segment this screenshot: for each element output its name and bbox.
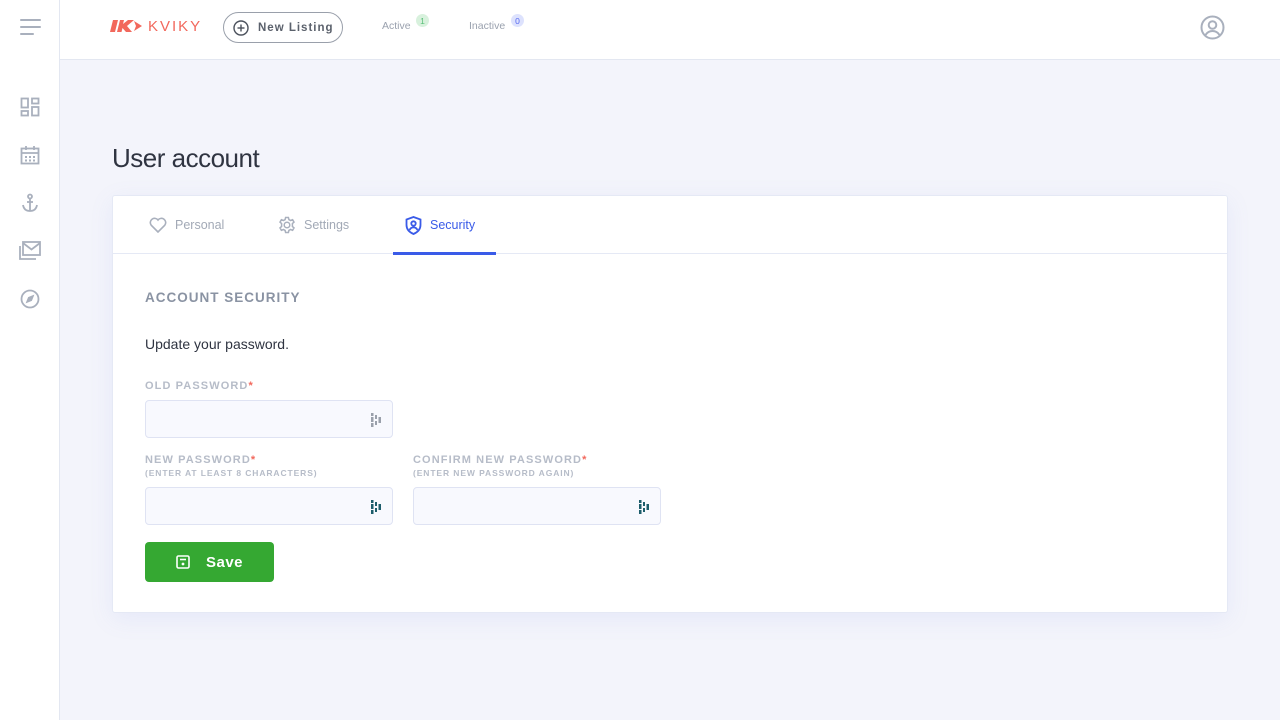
confirm-password-input[interactable]	[414, 488, 660, 524]
sidebar-item-boats[interactable]	[18, 191, 42, 215]
new-listing-button[interactable]: New Listing	[223, 12, 343, 43]
user-circle-icon	[1200, 15, 1225, 40]
tab-personal[interactable]: Personal	[137, 196, 236, 254]
inactive-label: Inactive	[469, 20, 506, 32]
active-listings-link[interactable]: Active 1	[382, 14, 429, 32]
sidebar-item-calendar[interactable]	[18, 143, 42, 167]
new-listing-label: New Listing	[258, 21, 334, 34]
sidebar	[0, 0, 60, 720]
tab-settings[interactable]: Settings	[266, 196, 361, 254]
mail-icon	[19, 241, 41, 260]
tab-bar: Personal Settings Security	[113, 196, 1227, 255]
gear-icon	[279, 216, 295, 234]
calendar-icon	[20, 146, 40, 165]
compass-icon	[20, 289, 40, 309]
page-title: User account	[112, 143, 260, 173]
active-count-badge: 1	[416, 14, 429, 27]
confirm-password-label: CONFIRM NEW PASSWORD*	[413, 454, 588, 466]
old-password-input[interactable]	[146, 401, 392, 437]
floppy-disk-icon	[176, 555, 190, 569]
confirm-password-field[interactable]	[413, 487, 661, 525]
plus-circle-icon	[233, 19, 249, 36]
heart-icon	[149, 217, 167, 233]
intro-text: Update your password.	[145, 336, 289, 352]
brand-name: KVIKY	[148, 17, 203, 35]
confirm-password-hint: (ENTER NEW PASSWORD AGAIN)	[413, 468, 575, 478]
shield-user-icon	[405, 215, 422, 235]
tab-settings-label: Settings	[304, 218, 350, 232]
new-password-field[interactable]	[145, 487, 393, 525]
kviky-logo-icon	[110, 20, 142, 32]
password-manager-icon[interactable]	[371, 413, 383, 427]
inactive-listings-link[interactable]: Inactive 0	[469, 14, 524, 32]
password-manager-icon[interactable]	[639, 500, 651, 514]
save-button[interactable]: Save	[145, 542, 274, 582]
new-password-label: NEW PASSWORD*	[145, 454, 257, 466]
inactive-count-badge: 0	[511, 14, 524, 27]
brand-logo[interactable]: KVIKY	[110, 17, 202, 35]
dashboard-icon	[20, 97, 40, 117]
new-password-input[interactable]	[146, 488, 392, 524]
tab-security-label: Security	[430, 218, 476, 232]
tab-personal-label: Personal	[175, 218, 225, 232]
tab-security[interactable]: Security	[393, 196, 496, 255]
top-bar: KVIKY New Listing Active 1 Inactive 0	[60, 0, 1280, 60]
section-title: ACCOUNT SECURITY	[145, 290, 301, 305]
account-card: Personal Settings Security ACCOUNT SECUR…	[112, 195, 1228, 613]
old-password-field[interactable]	[145, 400, 393, 438]
active-label: Active	[382, 20, 411, 32]
hamburger-icon[interactable]	[20, 19, 41, 35]
password-manager-icon[interactable]	[371, 500, 383, 514]
required-marker: *	[582, 454, 588, 466]
new-password-hint: (ENTER AT LEAST 8 CHARACTERS)	[145, 468, 318, 478]
sidebar-item-dashboard[interactable]	[18, 95, 42, 119]
sidebar-item-explore[interactable]	[18, 287, 42, 311]
old-password-label: OLD PASSWORD*	[145, 380, 254, 392]
save-label: Save	[205, 553, 244, 571]
required-marker: *	[250, 454, 257, 466]
required-marker: *	[248, 380, 254, 392]
user-menu-button[interactable]	[1200, 15, 1225, 40]
sidebar-item-messages[interactable]	[18, 239, 42, 263]
anchor-icon	[22, 193, 38, 212]
